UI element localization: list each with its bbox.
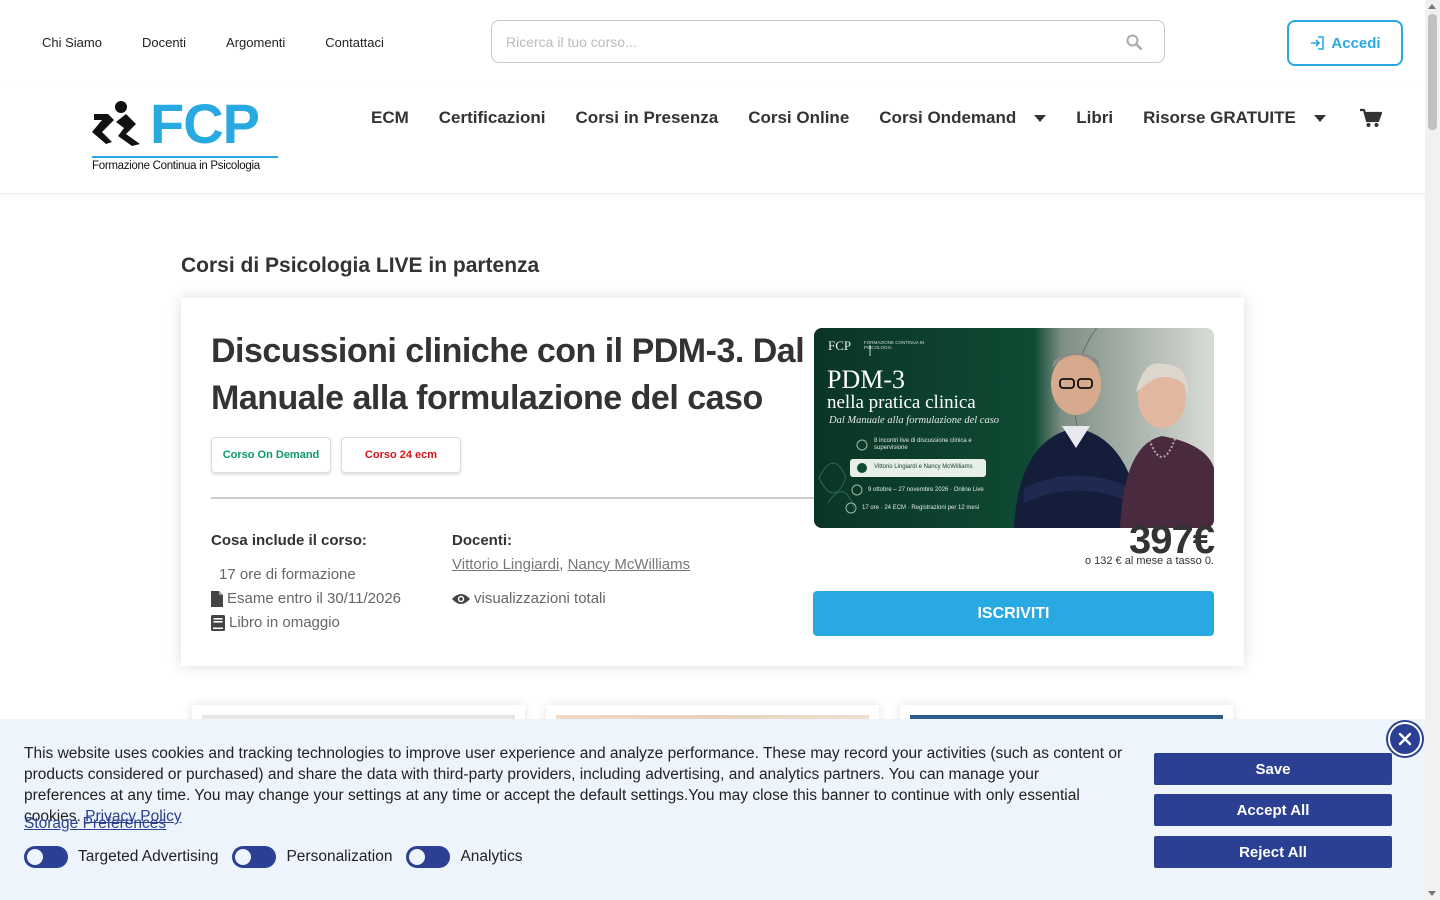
course-title[interactable]: Discussioni cliniche con il PDM-3. Dal M… bbox=[211, 328, 811, 422]
badge-on-demand: Corso On Demand bbox=[211, 437, 331, 473]
main-header: FCP Formazione Continua in Psicologia EC… bbox=[0, 86, 1425, 194]
teachers-line: Vittorio Lingiardi, Nancy McWilliams bbox=[452, 556, 690, 573]
toplink-contattaci[interactable]: Contattaci bbox=[325, 35, 384, 50]
cookie-toggles: Targeted Advertising Personalization Ana… bbox=[24, 846, 528, 868]
nav-ondemand-label: Corsi Ondemand bbox=[879, 108, 1017, 127]
nav-certificazioni[interactable]: Certificazioni bbox=[439, 108, 546, 128]
cart-icon[interactable] bbox=[1359, 108, 1382, 128]
image-subtitle: Dal Manuale alla formulazione del caso bbox=[829, 415, 1000, 426]
image-brand: FCP bbox=[828, 338, 852, 353]
search-icon[interactable] bbox=[1126, 34, 1142, 50]
toggle-analytics[interactable] bbox=[406, 846, 451, 868]
toggle-personalization[interactable] bbox=[232, 846, 277, 868]
course-image[interactable]: FCP FORMAZIONE CONTINUA IN PSICOLOGIA PD… bbox=[814, 328, 1214, 528]
book-text: Libro in omaggio bbox=[229, 614, 340, 631]
divider bbox=[211, 497, 815, 499]
logo-wordmark: FCP bbox=[150, 92, 260, 155]
book-icon bbox=[211, 614, 225, 631]
teacher-separator: , bbox=[559, 556, 568, 573]
hours-line: 17 ore di formazione bbox=[211, 566, 356, 583]
installment-text: o 132 € al mese a tasso 0. bbox=[1084, 555, 1214, 567]
storage-preferences-link[interactable]: Storage Preferences bbox=[24, 815, 166, 833]
nav-corsi-online[interactable]: Corsi Online bbox=[748, 108, 849, 128]
course-image-art bbox=[814, 328, 1214, 528]
toplink-chi-siamo[interactable]: Chi Siamo bbox=[42, 35, 102, 50]
nav-libri[interactable]: Libri bbox=[1076, 108, 1113, 128]
nav-presenza-label: Corsi in Presenza bbox=[575, 108, 719, 127]
image-headline: PDM-3 bbox=[827, 365, 906, 394]
nav-certificazioni-label: Certificazioni bbox=[438, 108, 546, 127]
logo-mark-icon bbox=[92, 101, 140, 146]
reject-all-button[interactable]: Reject All bbox=[1154, 836, 1392, 868]
enroll-button[interactable]: ISCRIVITI bbox=[813, 591, 1214, 636]
toggle-label: Analytics bbox=[460, 848, 523, 865]
toggle-label: Targeted Advertising bbox=[78, 848, 219, 865]
teachers-heading: Docenti: bbox=[452, 532, 512, 549]
nav-ecm-label: ECM bbox=[371, 108, 409, 127]
image-brand-sub: FORMAZIONE CONTINUA IN PSICOLOGIA bbox=[864, 340, 925, 350]
cookie-text: This website uses cookies and tracking t… bbox=[24, 743, 1124, 827]
nav-risorse-label: Risorse GRATUITE bbox=[1143, 108, 1296, 127]
close-banner-button[interactable] bbox=[1388, 722, 1422, 756]
main-nav: ECM Certificazioni Corsi in Presenza Cor… bbox=[371, 108, 1382, 128]
login-label: Accedi bbox=[1331, 34, 1381, 52]
caret-down-icon bbox=[1034, 114, 1047, 122]
toplink-docenti[interactable]: Docenti bbox=[142, 35, 186, 50]
logo-underline bbox=[92, 156, 278, 158]
search-input[interactable] bbox=[506, 21, 1116, 62]
accept-all-button[interactable]: Accept All bbox=[1154, 794, 1392, 826]
nav-online-label: Corsi Online bbox=[748, 108, 850, 127]
caret-down-icon bbox=[1313, 114, 1326, 122]
book-line: Libro in omaggio bbox=[211, 614, 340, 631]
hours-text: 17 ore di formazione bbox=[219, 566, 356, 583]
top-links: Chi Siamo Docenti Argomenti Contattaci bbox=[42, 35, 384, 50]
login-button[interactable]: Accedi bbox=[1287, 20, 1403, 66]
teacher-link-lingiardi[interactable]: Vittorio Lingiardi bbox=[452, 556, 559, 573]
scroll-thumb[interactable] bbox=[1428, 14, 1437, 130]
teacher-link-mcwilliams[interactable]: Nancy McWilliams bbox=[568, 556, 691, 573]
page-scrollbar[interactable] bbox=[1425, 0, 1440, 900]
scroll-down-icon[interactable] bbox=[1428, 891, 1436, 896]
image-line-4: 17 ore · 24 ECM · Registrazioni per 12 m… bbox=[862, 505, 980, 511]
views-text: visualizzazioni totali bbox=[474, 590, 606, 607]
scroll-up-icon[interactable] bbox=[1428, 4, 1436, 9]
cookie-banner: This website uses cookies and tracking t… bbox=[0, 719, 1425, 900]
file-icon bbox=[211, 590, 223, 607]
nav-ecm[interactable]: ECM bbox=[371, 108, 409, 128]
course-card: Discussioni cliniche con il PDM-3. Dal M… bbox=[181, 298, 1244, 666]
exam-line: Esame entro il 30/11/2026 bbox=[211, 590, 401, 607]
toggle-label: Personalization bbox=[286, 848, 393, 865]
image-line-2: Vittorio Lingiardi e Nancy McWilliams bbox=[874, 464, 973, 470]
badge-ecm: Corso 24 ecm bbox=[341, 437, 461, 473]
search-box bbox=[491, 20, 1165, 63]
nav-libri-label: Libri bbox=[1076, 108, 1114, 127]
save-button[interactable]: Save bbox=[1154, 753, 1392, 785]
top-bar: Chi Siamo Docenti Argomenti Contattaci A… bbox=[0, 0, 1425, 86]
nav-corsi-presenza[interactable]: Corsi in Presenza bbox=[576, 108, 719, 128]
toplink-argomenti[interactable]: Argomenti bbox=[226, 35, 285, 50]
eye-icon bbox=[452, 593, 470, 604]
nav-risorse[interactable]: Risorse GRATUITE bbox=[1143, 108, 1326, 128]
login-icon bbox=[1311, 36, 1325, 50]
fcp-logo[interactable]: FCP Formazione Continua in Psicologia bbox=[92, 92, 282, 180]
views-line: visualizzazioni totali bbox=[452, 590, 606, 607]
image-line-3: 9 ottobre – 27 novembre 2026 · Online Li… bbox=[868, 487, 984, 493]
includes-heading: Cosa include il corso: bbox=[211, 532, 367, 549]
logo-tagline: Formazione Continua in Psicologia bbox=[92, 160, 260, 172]
section-title: Corsi di Psicologia LIVE in partenza bbox=[181, 254, 540, 277]
exam-text: Esame entro il 30/11/2026 bbox=[227, 590, 402, 607]
image-headline-2: nella pratica clinica bbox=[827, 392, 976, 413]
cookie-body: This website uses cookies and tracking t… bbox=[24, 745, 1123, 825]
nav-corsi-ondemand[interactable]: Corsi Ondemand bbox=[879, 108, 1047, 128]
image-line-1: 8 incontri live di discussione clinica e… bbox=[874, 438, 972, 451]
close-icon bbox=[1398, 732, 1412, 746]
toggle-targeted-advertising[interactable] bbox=[24, 846, 68, 868]
